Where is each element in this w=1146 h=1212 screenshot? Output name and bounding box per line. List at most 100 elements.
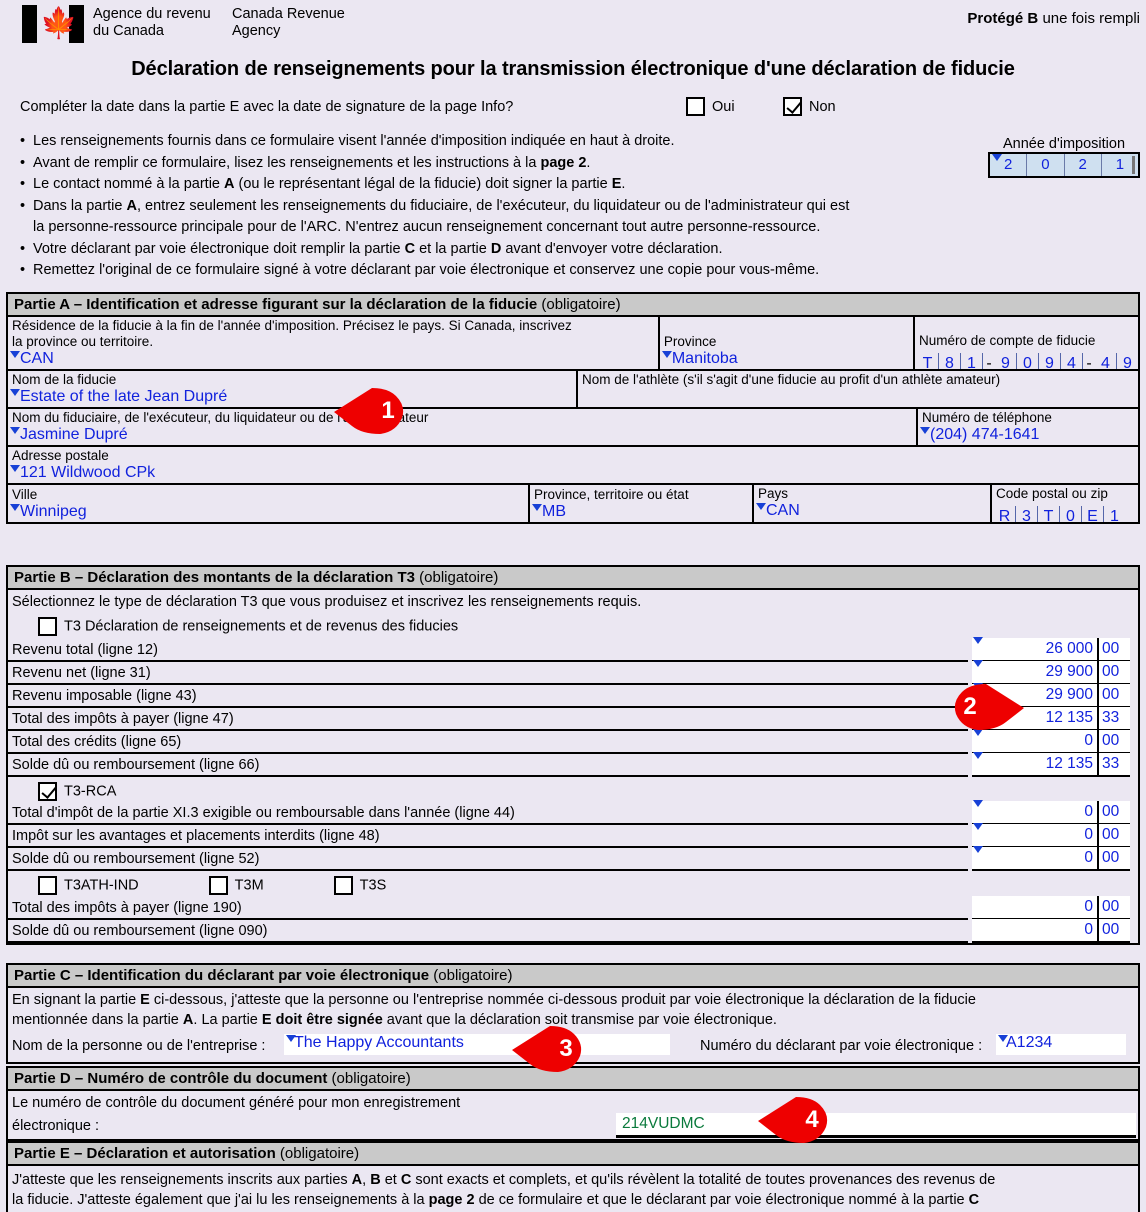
amount-input[interactable]: 0 00 <box>972 846 1130 871</box>
athlete-name-cell[interactable]: Nom de l'athlète (s'il s'agit d'une fidu… <box>578 371 1138 407</box>
amount-input[interactable]: 0 00 <box>972 896 1130 920</box>
label-oui: Oui <box>712 98 735 115</box>
amount-line: Revenu total (ligne 12) 26 000 00 <box>8 637 1130 662</box>
checkbox-oui[interactable] <box>686 97 705 116</box>
char-box[interactable]: - <box>983 353 995 372</box>
field-caret-icon <box>992 154 1002 161</box>
char-box[interactable]: 9 <box>995 353 1017 372</box>
amount-dollars: 0 <box>972 730 1099 752</box>
char-box[interactable]: 4 <box>1061 353 1083 372</box>
char-box[interactable]: 1 <box>1104 506 1125 525</box>
char-box[interactable]: 0 <box>1017 353 1039 372</box>
char-box[interactable]: 8 <box>939 353 961 372</box>
amount-line: Total des crédits (ligne 65) 0 00 <box>8 729 1130 754</box>
province-value[interactable]: Manitoba <box>660 349 913 369</box>
postal-code-value[interactable]: R3T0E1 <box>992 501 1138 525</box>
amount-input[interactable]: 0 00 <box>972 919 1130 943</box>
char-box[interactable]: 4 <box>1095 353 1117 372</box>
postal-code-cell[interactable]: Code postal ou zip R3T0E1 <box>992 485 1138 525</box>
checkbox-t3ath-ind[interactable] <box>38 876 57 895</box>
char-box[interactable]: T <box>1038 506 1060 525</box>
checkbox-t3-return[interactable] <box>38 617 57 636</box>
checkbox-t3-rca[interactable] <box>38 782 57 801</box>
instruction-item: Avant de remplir ce formulaire, lisez le… <box>20 153 980 175</box>
province-state-cell[interactable]: Province, territoire ou état MB <box>530 485 754 522</box>
residence-cell[interactable]: Résidence de la fiducie à la fin de l'an… <box>8 317 660 369</box>
amount-input[interactable]: 0 00 <box>972 823 1130 848</box>
char-box[interactable]: 0 <box>1060 506 1082 525</box>
city-value[interactable]: Winnipeg <box>8 502 528 522</box>
trustee-cell[interactable]: Nom du fiduciaire, de l'exécuteur, du li… <box>8 409 918 445</box>
address-cell[interactable]: Adresse postale 121 Wildwood CPk <box>8 447 1138 483</box>
address-value[interactable]: 121 Wildwood CPk <box>8 463 1138 483</box>
efiler-name-label: Nom de la personne ou de l'entreprise : <box>12 1038 266 1054</box>
trust-account-value[interactable]: T81-9094-49 <box>915 348 1138 372</box>
amount-line-label: Impôt sur les avantages et placements in… <box>8 827 968 848</box>
amount-dollars: 12 135 <box>972 753 1099 775</box>
trustee-value[interactable]: Jasmine Dupré <box>8 425 916 445</box>
doc-control-input[interactable]: 214VUDMC <box>616 1113 1136 1138</box>
char-box[interactable]: E <box>1082 506 1104 525</box>
trust-account-cell[interactable]: Numéro de compte de fiducie T81-9094-49 <box>915 317 1138 372</box>
city-cell[interactable]: Ville Winnipeg <box>8 485 530 522</box>
answer-no-option[interactable]: Non <box>783 97 836 116</box>
phone-value[interactable]: (204) 474-1641 <box>918 425 1138 445</box>
amount-input[interactable]: 0 00 <box>972 800 1130 825</box>
char-box[interactable]: 9 <box>1117 353 1138 372</box>
text-cursor <box>1132 156 1135 174</box>
instructions-list: Les renseignements fournis dans ce formu… <box>20 131 980 282</box>
amount-input[interactable]: 12 135 33 <box>972 752 1130 777</box>
checkbox-t3m[interactable] <box>208 876 228 895</box>
amount-line-label: Revenu imposable (ligne 43) <box>8 687 968 708</box>
province-state-label: Province, territoire ou état <box>534 487 689 502</box>
checkbox-t3s[interactable] <box>333 876 353 895</box>
field-caret-icon <box>998 1035 1008 1042</box>
amount-line-label: Total des impôts à payer (ligne 47) <box>8 710 968 731</box>
trust-name-cell[interactable]: Nom de la fiducie Estate of the late Jea… <box>8 371 578 407</box>
doc-control-value: 214VUDMC <box>622 1115 705 1132</box>
amount-cents: 33 <box>1102 709 1120 726</box>
part-e-paragraph: J'atteste que les renseignements inscrit… <box>8 1166 1138 1212</box>
tax-year-digit[interactable]: 2 <box>1065 154 1102 176</box>
amount-input[interactable]: 0 00 <box>972 729 1130 754</box>
efiler-number-input[interactable]: A1234 <box>996 1034 1126 1055</box>
amount-input[interactable]: 26 000 00 <box>972 637 1130 662</box>
label-t3-return: T3 Déclaration de renseignements et de r… <box>64 618 459 635</box>
char-box[interactable]: - <box>1083 353 1095 372</box>
field-caret-icon <box>10 389 20 396</box>
signature-date-question-row: Compléter la date dans la partie E avec … <box>0 95 1146 125</box>
answer-yes-option[interactable]: Oui <box>686 97 735 116</box>
efiler-name-input[interactable]: The Happy Accountants <box>284 1034 670 1055</box>
t3-rca-checkbox-row[interactable]: T3-RCA <box>8 777 1138 802</box>
tax-year-digit[interactable]: 0 <box>1027 154 1065 176</box>
trust-name-value[interactable]: Estate of the late Jean Dupré <box>8 387 576 407</box>
province-cell[interactable]: Province Manitoba <box>660 317 915 369</box>
athlete-name-label: Nom de l'athlète (s'il s'agit d'une fidu… <box>582 372 1001 387</box>
char-box[interactable]: T <box>917 353 939 372</box>
part-a-heading: Partie A – Identification et adresse fig… <box>8 294 1138 317</box>
country-cell[interactable]: Pays CAN <box>754 485 992 522</box>
t3-return-checkbox-row[interactable]: T3 Déclaration de renseignements et de r… <box>8 614 1138 639</box>
address-label: Adresse postale <box>12 448 109 463</box>
residence-value[interactable]: CAN <box>8 349 658 369</box>
char-box[interactable]: 1 <box>961 353 983 372</box>
char-box[interactable]: R <box>994 506 1016 525</box>
part-a-trustee-row: Nom du fiduciaire, de l'exécuteur, du li… <box>8 409 1138 447</box>
char-box[interactable]: 3 <box>1016 506 1038 525</box>
page-header: 🍁 Agence du revenu du Canada Canada Reve… <box>0 0 1146 48</box>
instruction-item: la personne-ressource principale pour de… <box>33 219 821 235</box>
province-state-value[interactable]: MB <box>530 502 752 522</box>
trust-name-label: Nom de la fiducie <box>12 372 117 387</box>
phone-cell[interactable]: Numéro de téléphone (204) 474-1641 <box>918 409 1138 445</box>
char-box[interactable]: 9 <box>1039 353 1061 372</box>
field-caret-icon <box>756 503 766 510</box>
annotation-marker-4: 4 <box>756 1095 842 1145</box>
country-value[interactable]: CAN <box>754 501 990 521</box>
amount-line: Total d'impôt de la partie XI.3 exigible… <box>8 800 1130 825</box>
form-page: 🍁 Agence du revenu du Canada Canada Reve… <box>0 0 1146 1212</box>
part-b-body: Partie B – Déclaration des montants de l… <box>6 565 1140 945</box>
tax-year-input[interactable]: 2021 <box>988 152 1140 178</box>
field-caret-icon <box>10 465 20 472</box>
marker-number: 1 <box>381 397 395 424</box>
checkbox-non[interactable] <box>783 97 802 116</box>
